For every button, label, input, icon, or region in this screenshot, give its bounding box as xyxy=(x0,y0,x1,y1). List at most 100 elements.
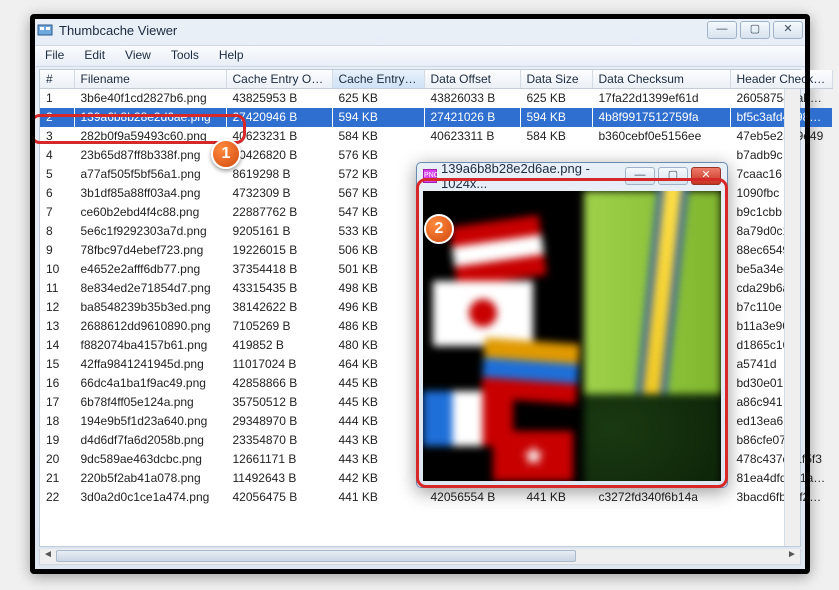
col-header-checksum[interactable]: Header Checksu xyxy=(730,70,832,89)
cell-hc: b11a3e90 xyxy=(730,317,832,336)
cell-ces: 547 KB xyxy=(332,203,424,222)
cell-n: 19 xyxy=(40,431,74,450)
cell-n: 5 xyxy=(40,165,74,184)
col-data-size[interactable]: Data Size xyxy=(520,70,592,89)
cell-ces: 464 KB xyxy=(332,355,424,374)
cell-hc: a86c941 xyxy=(730,393,832,412)
cell-hc: 81ea4dfd661a31b xyxy=(730,469,832,488)
table-row[interactable]: 3282b0f9a59493c60.png40623231 B584 KB406… xyxy=(40,127,832,146)
cell-ces: 501 KB xyxy=(332,260,424,279)
cell-ds: 625 KB xyxy=(520,89,592,108)
cell-ceo: 27420946 B xyxy=(226,108,332,127)
cell-ces: 496 KB xyxy=(332,298,424,317)
cell-dc: 4b8f9917512759fa xyxy=(592,108,730,127)
cell-ceo: 4732309 B xyxy=(226,184,332,203)
cell-ces: 445 KB xyxy=(332,393,424,412)
cell-ces: 486 KB xyxy=(332,317,424,336)
cell-n: 11 xyxy=(40,279,74,298)
cell-fn: 2688612dd9610890.png xyxy=(74,317,226,336)
preview-title: 139a6b8b28e2d6ae.png - 1024x... xyxy=(441,161,625,191)
cell-ces: 480 KB xyxy=(332,336,424,355)
cell-hc: b7c110e xyxy=(730,298,832,317)
cell-ces: 443 KB xyxy=(332,431,424,450)
table-row[interactable]: 223d0a2d0c1ce1a474.png42056475 B441 KB42… xyxy=(40,488,832,507)
cell-dc: b360cebf0e5156ee xyxy=(592,127,730,146)
cell-fn: 194e9b5f1d23a640.png xyxy=(74,412,226,431)
cell-fn: 6b78f4ff05e124a.png xyxy=(74,393,226,412)
table-row[interactable]: 13b6e40f1cd2827b6.png43825953 B625 KB438… xyxy=(40,89,832,108)
cell-ces: 567 KB xyxy=(332,184,424,203)
cell-ces: 572 KB xyxy=(332,165,424,184)
cell-n: 7 xyxy=(40,203,74,222)
col-data-checksum[interactable]: Data Checksum xyxy=(592,70,730,89)
menu-tools[interactable]: Tools xyxy=(161,46,209,66)
cell-hc: ed13ea6 xyxy=(730,412,832,431)
cell-fn: 139a6b8b28e2d6ae.png xyxy=(74,108,226,127)
png-file-icon: PNG xyxy=(423,169,437,183)
scroll-right-arrow[interactable]: ► xyxy=(784,549,800,563)
menu-file[interactable]: File xyxy=(35,46,74,66)
scroll-thumb[interactable] xyxy=(56,550,576,562)
cell-n: 9 xyxy=(40,241,74,260)
cell-hc: 1090fbc xyxy=(730,184,832,203)
col-data-offset[interactable]: Data Offset xyxy=(424,70,520,89)
cell-hc: 3bacd6fb1ef2193 xyxy=(730,488,832,507)
annotation-1-badge: 1 xyxy=(211,139,241,169)
cell-ces: 594 KB xyxy=(332,108,424,127)
cell-hc: b86cfe071 xyxy=(730,431,832,450)
cell-fn: a77af505f5bf56a1.png xyxy=(74,165,226,184)
window-title: Thumbcache Viewer xyxy=(59,23,707,38)
cell-ceo: 9205161 B xyxy=(226,222,332,241)
cell-hc: 88ec65497 xyxy=(730,241,832,260)
cell-do: 42056554 B xyxy=(424,488,520,507)
cell-n: 14 xyxy=(40,336,74,355)
col-number[interactable]: # xyxy=(40,70,74,89)
cell-ces: 576 KB xyxy=(332,146,424,165)
cell-n: 21 xyxy=(40,469,74,488)
cell-ces: 584 KB xyxy=(332,127,424,146)
cell-fn: 3b1df85a88ff03a4.png xyxy=(74,184,226,203)
scroll-left-arrow[interactable]: ◄ xyxy=(40,549,56,563)
cell-ces: 445 KB xyxy=(332,374,424,393)
cell-hc: a5741d xyxy=(730,355,832,374)
cell-n: 17 xyxy=(40,393,74,412)
cell-fn: 23b65d87ff8b338f.png xyxy=(74,146,226,165)
preview-window: PNG 139a6b8b28e2d6ae.png - 1024x... — ▢ … xyxy=(416,162,728,488)
preview-minimize-button[interactable]: — xyxy=(625,167,655,185)
minimize-button[interactable]: — xyxy=(707,21,737,39)
col-cache-entry-size[interactable]: Cache Entry S... xyxy=(332,70,424,89)
cell-ceo: 22887762 B xyxy=(226,203,332,222)
cell-n: 20 xyxy=(40,450,74,469)
cell-hc: 8a79d0c1 xyxy=(730,222,832,241)
cell-hc: 7caac16 xyxy=(730,165,832,184)
cell-ceo: 11017024 B xyxy=(226,355,332,374)
cell-ceo: 40623231 B xyxy=(226,127,332,146)
col-cache-entry-offset[interactable]: Cache Entry Offset xyxy=(226,70,332,89)
cell-ceo: 8619298 B xyxy=(226,165,332,184)
horizontal-scrollbar[interactable]: ◄ ► xyxy=(39,549,801,565)
cell-hc: be5a34ec xyxy=(730,260,832,279)
table-row[interactable]: 2139a6b8b28e2d6ae.png27420946 B594 KB274… xyxy=(40,108,832,127)
annotation-2-badge: 2 xyxy=(424,214,454,244)
preview-image xyxy=(423,191,721,481)
preview-maximize-button[interactable]: ▢ xyxy=(658,167,688,185)
preview-titlebar[interactable]: PNG 139a6b8b28e2d6ae.png - 1024x... — ▢ … xyxy=(417,163,727,189)
vertical-scrollbar[interactable] xyxy=(784,89,800,546)
close-button[interactable]: ✕ xyxy=(773,21,803,39)
menu-view[interactable]: View xyxy=(115,46,161,66)
cell-hc: b9c1cbb xyxy=(730,203,832,222)
cell-fn: 3d0a2d0c1ce1a474.png xyxy=(74,488,226,507)
titlebar[interactable]: Thumbcache Viewer — ▢ ✕ xyxy=(31,15,809,45)
maximize-button[interactable]: ▢ xyxy=(740,21,770,39)
cell-fn: ce60b2ebd4f4c88.png xyxy=(74,203,226,222)
cell-fn: 220b5f2ab41a078.png xyxy=(74,469,226,488)
preview-close-button[interactable]: ✕ xyxy=(691,167,721,185)
cell-fn: d4d6df7fa6d2058b.png xyxy=(74,431,226,450)
menu-edit[interactable]: Edit xyxy=(74,46,115,66)
cell-ceo: 42858866 B xyxy=(226,374,332,393)
cell-ceo: 7105269 B xyxy=(226,317,332,336)
cell-ces: 625 KB xyxy=(332,89,424,108)
menu-help[interactable]: Help xyxy=(209,46,254,66)
cell-n: 4 xyxy=(40,146,74,165)
col-filename[interactable]: Filename xyxy=(74,70,226,89)
